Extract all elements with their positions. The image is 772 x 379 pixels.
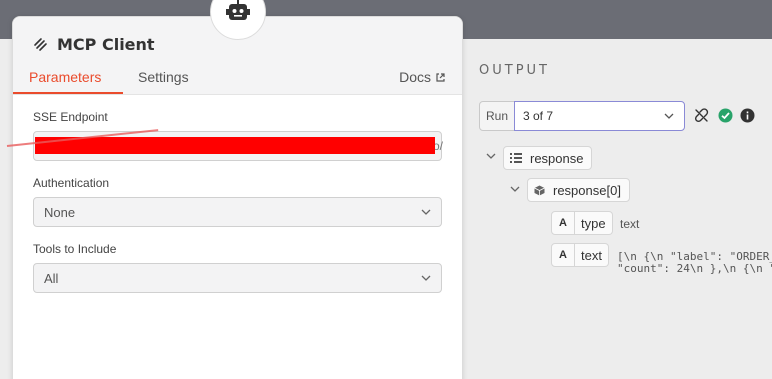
tab-bar: Parameters Settings Docs bbox=[13, 61, 462, 95]
authentication-value: None bbox=[44, 205, 76, 220]
tools-select[interactable]: All bbox=[33, 263, 442, 293]
tree-key-text[interactable]: text bbox=[575, 243, 609, 267]
chevron-down-icon[interactable] bbox=[510, 186, 520, 193]
active-tab-underline bbox=[13, 92, 123, 94]
run-select[interactable]: 3 of 7 bbox=[514, 101, 685, 131]
mcp-icon bbox=[34, 37, 47, 51]
sse-endpoint-label: SSE Endpoint bbox=[33, 110, 108, 124]
node-title-row: MCP Client bbox=[33, 35, 155, 54]
success-check-icon bbox=[718, 108, 733, 123]
string-type-icon: A bbox=[551, 211, 575, 235]
output-title: OUTPUT bbox=[479, 63, 550, 78]
tree-node-response-label: response bbox=[530, 150, 584, 166]
tools-label: Tools to Include bbox=[33, 242, 117, 256]
redaction-bar bbox=[35, 137, 435, 154]
authentication-label: Authentication bbox=[33, 176, 110, 190]
cube-icon bbox=[534, 185, 545, 195]
output-panel bbox=[463, 39, 772, 379]
tree-node-response-0[interactable]: response[0] bbox=[527, 178, 630, 202]
robot-icon bbox=[226, 0, 250, 20]
string-type-icon: A bbox=[551, 243, 575, 267]
tab-settings[interactable]: Settings bbox=[138, 69, 189, 85]
external-link-icon bbox=[436, 72, 445, 82]
node-title: MCP Client bbox=[57, 35, 155, 54]
chevron-down-icon bbox=[421, 209, 431, 215]
chevron-down-icon[interactable] bbox=[486, 153, 496, 160]
run-label: Run bbox=[479, 101, 515, 131]
node-parameters-panel: MCP Client Parameters Settings Docs SSE … bbox=[6, 16, 463, 379]
tree-value-text-line2: "count": 24\n },\n {\n "lab bbox=[617, 262, 772, 275]
tree-node-response[interactable]: response bbox=[503, 146, 593, 170]
tree-value-type: text bbox=[620, 217, 640, 231]
tree-node-response-0-label: response[0] bbox=[553, 182, 621, 198]
chevron-down-icon bbox=[664, 113, 674, 119]
unlink-icon[interactable] bbox=[694, 108, 709, 123]
tab-parameters[interactable]: Parameters bbox=[29, 69, 101, 85]
info-icon[interactable] bbox=[740, 108, 755, 123]
tools-value: All bbox=[44, 271, 59, 286]
tree-key-type[interactable]: type bbox=[575, 211, 613, 235]
chevron-down-icon bbox=[421, 275, 431, 281]
list-icon bbox=[510, 153, 522, 163]
docs-label: Docs bbox=[399, 69, 431, 85]
docs-link[interactable]: Docs bbox=[399, 69, 446, 85]
run-select-value: 3 of 7 bbox=[523, 109, 554, 123]
authentication-select[interactable]: None bbox=[33, 197, 442, 227]
